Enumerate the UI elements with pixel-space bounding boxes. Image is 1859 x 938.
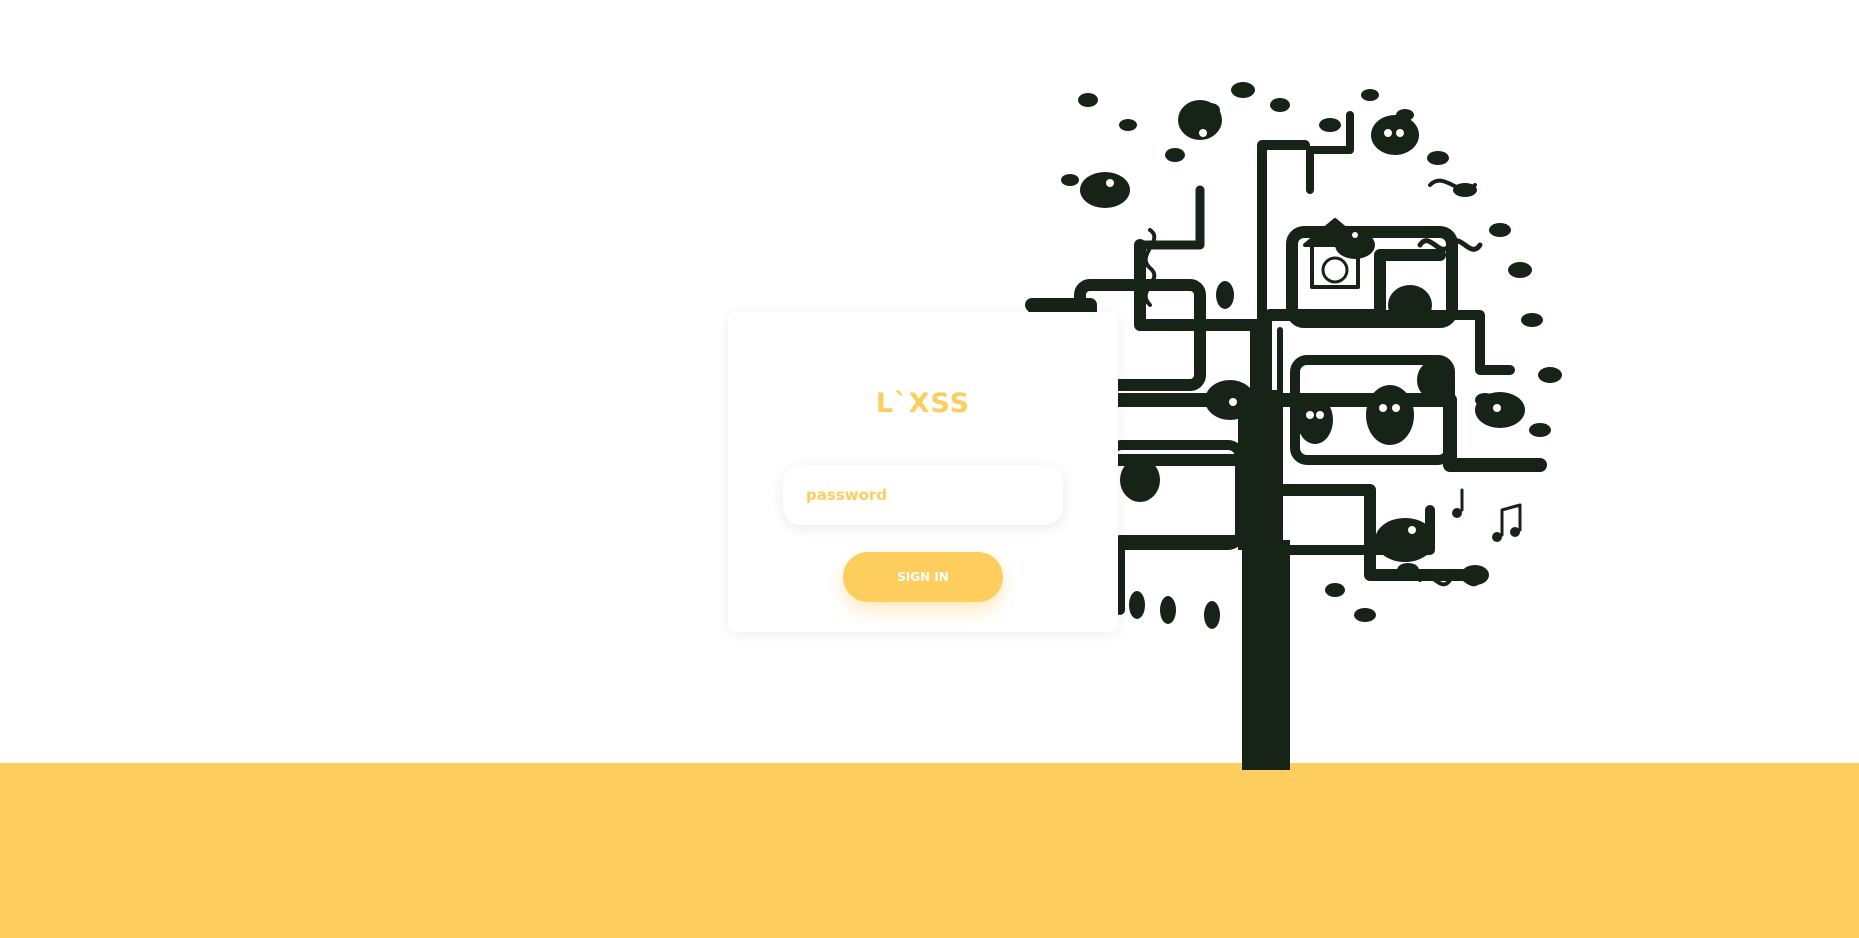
ground-band <box>0 763 1859 938</box>
login-card: L`XSS SIGN IN <box>728 312 1118 632</box>
app-title: L`XSS <box>875 388 971 419</box>
password-input[interactable] <box>783 465 1063 525</box>
sign-in-button[interactable]: SIGN IN <box>843 552 1003 602</box>
